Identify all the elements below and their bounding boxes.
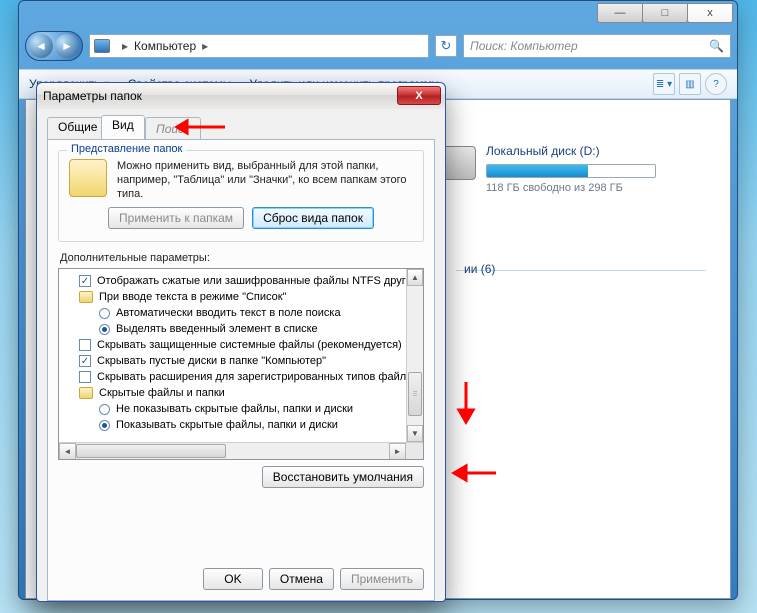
ok-button[interactable]: OK	[203, 568, 263, 590]
minimize-button[interactable]: —	[597, 3, 643, 23]
breadcrumb[interactable]: ▸ Компьютер ▸	[89, 34, 429, 58]
help-button[interactable]: ?	[705, 73, 727, 95]
folder-icon	[79, 387, 93, 399]
search-placeholder: Поиск: Компьютер	[470, 39, 578, 53]
tree-vertical-scrollbar[interactable]: ▲ ▼	[406, 269, 423, 442]
opt-show-hidden[interactable]: Показывать скрытые файлы, папки и диски	[65, 417, 424, 433]
opt-auto-search[interactable]: Автоматически вводить текст в поле поиск…	[65, 305, 424, 321]
nav-buttons: ◄ ►	[25, 31, 83, 61]
tab-general[interactable]: Общие	[47, 117, 108, 139]
drive-space-bar	[486, 164, 656, 178]
scroll-thumb-v[interactable]	[408, 372, 422, 416]
folder-options-dialog: Параметры папок X Общие Вид Поиск Предст…	[36, 82, 446, 602]
breadcrumb-label: Компьютер	[134, 39, 196, 53]
opt-hide-extensions[interactable]: Скрывать расширения для зарегистрированн…	[65, 369, 424, 385]
dialog-titlebar[interactable]: Параметры папок	[37, 83, 445, 109]
opt-dont-show-hidden[interactable]: Не показывать скрытые файлы, папки и дис…	[65, 401, 424, 417]
folder-icon	[69, 159, 107, 197]
drive-space-info: 118 ГБ свободно из 298 ГБ	[486, 182, 706, 194]
chevron-right-icon: ▸	[196, 39, 214, 53]
tree-horizontal-scrollbar[interactable]: ◄ ►	[59, 442, 423, 459]
address-bar: ◄ ► ▸ Компьютер ▸ ↻ Поиск: Компьютер 🔍	[19, 27, 737, 69]
scroll-up-button[interactable]: ▲	[407, 269, 423, 286]
scroll-left-button[interactable]: ◄	[59, 443, 76, 460]
apply-button[interactable]: Применить	[340, 568, 424, 590]
opt-show-compressed[interactable]: ✓Отображать сжатые или зашифрованные фай…	[65, 273, 424, 289]
tab-panel-view: Представление папок Можно применить вид,…	[47, 139, 435, 601]
group-label: ии (6)	[464, 262, 495, 276]
opt-hide-protected[interactable]: Скрывать защищенные системные файлы (рек…	[65, 337, 424, 353]
drive-label: Локальный диск (D:)	[486, 144, 706, 158]
maximize-button[interactable]: □	[642, 3, 688, 23]
opt-select-typed[interactable]: Выделять введенный элемент в списке	[65, 321, 424, 337]
restore-defaults-button[interactable]: Восстановить умолчания	[262, 466, 424, 488]
tab-view[interactable]: Вид	[101, 115, 145, 139]
group-legend: Представление папок	[67, 143, 186, 155]
cancel-button[interactable]: Отмена	[269, 568, 334, 590]
reset-folders-button[interactable]: Сброс вида папок	[252, 207, 374, 229]
back-button[interactable]: ◄	[29, 34, 53, 58]
chevron-right-icon: ▸	[116, 39, 134, 53]
folder-icon	[79, 291, 93, 303]
view-options-button[interactable]: ≣ ▾	[653, 73, 675, 95]
forward-button[interactable]: ►	[55, 34, 79, 58]
annotation-arrow-tab	[175, 119, 225, 140]
dialog-title: Параметры папок	[43, 89, 142, 103]
group-description: Можно применить вид, выбранный для этой …	[117, 159, 413, 201]
dialog-close-button[interactable]: X	[397, 86, 441, 105]
search-icon: 🔍	[709, 39, 724, 53]
scroll-down-button[interactable]: ▼	[407, 425, 423, 442]
search-input[interactable]: Поиск: Компьютер 🔍	[463, 34, 731, 58]
advanced-label: Дополнительные параметры:	[60, 252, 424, 264]
scroll-thumb-h[interactable]	[76, 444, 226, 458]
opt-hidden-files-group: Скрытые файлы и папки	[65, 385, 424, 401]
advanced-settings-tree[interactable]: ✓Отображать сжатые или зашифрованные фай…	[58, 268, 424, 460]
preview-pane-button[interactable]: ▥	[679, 73, 701, 95]
close-button[interactable]: x	[687, 3, 733, 23]
annotation-arrow-scroll-down	[456, 382, 476, 429]
opt-hide-empty-drives[interactable]: ✓Скрывать пустые диски в папке "Компьюте…	[65, 353, 424, 369]
drive-item-d[interactable]: Локальный диск (D:) 118 ГБ свободно из 2…	[486, 144, 706, 194]
tab-strip: Общие Вид Поиск	[47, 115, 435, 139]
scroll-right-button[interactable]: ►	[389, 443, 406, 460]
explorer-titlebar: — □ x	[19, 1, 737, 27]
computer-icon	[94, 39, 110, 53]
opt-list-typing: При вводе текста в режиме "Список"	[65, 289, 424, 305]
folder-views-group: Представление папок Можно применить вид,…	[58, 150, 424, 242]
apply-to-folders-button: Применить к папкам	[108, 207, 244, 229]
annotation-arrow-scroll-thumb	[452, 464, 496, 487]
refresh-button[interactable]: ↻	[435, 35, 457, 57]
